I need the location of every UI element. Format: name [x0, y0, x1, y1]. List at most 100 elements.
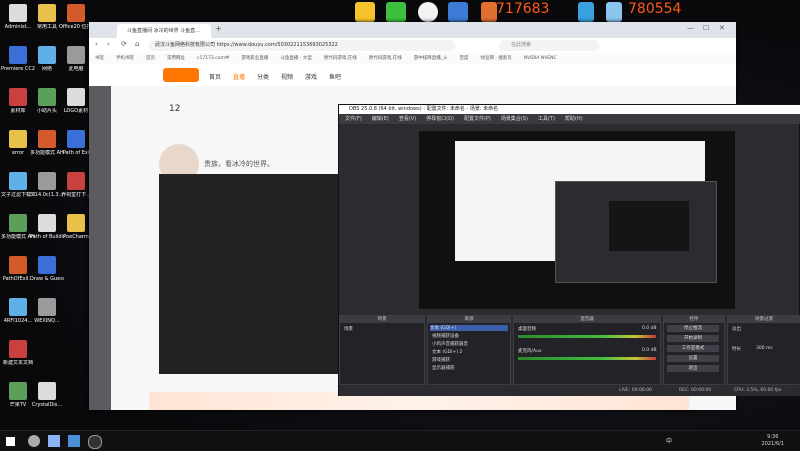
- bookmark-item[interactable]: 游中核降直播_斗: [414, 56, 448, 61]
- task-view-icon[interactable]: [48, 435, 60, 447]
- bookmark-item[interactable]: 书签: [95, 56, 104, 61]
- obs-menu-item[interactable]: 场景集合(S): [501, 116, 528, 122]
- desktop-icon[interactable]: PoeCharm: [59, 214, 93, 240]
- app-icon: [38, 256, 56, 274]
- obs-control-button[interactable]: 停止推流: [667, 325, 719, 332]
- nested-obs-preview: [609, 201, 689, 251]
- obs-taskbar-icon[interactable]: [88, 435, 102, 449]
- home-icon[interactable]: ⌂: [135, 40, 139, 48]
- nav-item[interactable]: 视频: [281, 72, 293, 81]
- app-icon: [9, 256, 27, 274]
- douyu-logo-icon[interactable]: [163, 68, 199, 82]
- browser-tab[interactable]: 斗鱼直播间 冰冷的世界 斗鱼直...: [117, 24, 211, 38]
- desktop-icon-label: 此电脑: [68, 66, 84, 72]
- obs-menu-item[interactable]: 编辑(E): [372, 116, 389, 122]
- nav-item[interactable]: 直播: [233, 72, 245, 81]
- bookmark-item[interactable]: c17173.com中: [197, 56, 229, 61]
- desktop-icon[interactable]: WEXINQ...: [30, 298, 64, 324]
- obs-control-button[interactable]: 工作室模式: [667, 345, 719, 352]
- bookmark-item[interactable]: 百度: [459, 56, 468, 61]
- desktop-icon[interactable]: 养祠堂打下...: [59, 172, 93, 198]
- top-app-icon-2[interactable]: [386, 2, 406, 22]
- live-status: LIVE: 00:00:00: [619, 388, 652, 393]
- follow-count: 12: [169, 104, 181, 114]
- scenes-header: 场景: [340, 316, 424, 323]
- desktop-icon[interactable]: Draw & Guess: [30, 256, 64, 282]
- nav-item[interactable]: 游戏: [305, 72, 317, 81]
- desktop-icon[interactable]: LOGO素材: [59, 88, 93, 114]
- desktop-icon[interactable]: 此电脑: [59, 46, 93, 72]
- bookmark-item[interactable]: 原代码游戏,在线: [324, 56, 357, 61]
- app-icon: [67, 88, 85, 106]
- nav-item[interactable]: 首页: [209, 72, 221, 81]
- url-field[interactable]: 武汉斗鱼网络科技有限公司 https://www.douyu.com/50302…: [149, 40, 455, 51]
- mixer-channel-name: 麦克风/Aux: [518, 349, 542, 354]
- app-icon: [67, 172, 85, 190]
- maximize-icon[interactable]: ☐: [703, 24, 709, 32]
- qq-icon[interactable]: [418, 2, 438, 22]
- duration-value[interactable]: 300 ms: [756, 346, 773, 351]
- source-item[interactable]: 显示器捕获: [432, 365, 455, 371]
- obs-preview[interactable]: [419, 131, 735, 309]
- forward-icon[interactable]: ›: [107, 40, 110, 48]
- top-app-icon-7[interactable]: [606, 2, 622, 22]
- search-input[interactable]: 在此搜索: [499, 40, 599, 51]
- app-icon: [9, 130, 27, 148]
- bookmark-item[interactable]: 斗鱼直播 - 大型: [280, 56, 311, 61]
- source-item[interactable]: 视频捕获设备: [432, 333, 459, 339]
- obs-menu-item[interactable]: 配置文件(P): [464, 116, 491, 122]
- bookmark-item[interactable]: 手机书签: [116, 56, 134, 61]
- source-item[interactable]: 游戏捕获: [432, 357, 450, 363]
- source-item[interactable]: 文本 (GDI+): [430, 325, 508, 331]
- app-icon: [67, 214, 85, 232]
- obs-title: OBS 25.0.8 (64 bit, windows) - 配置文件: 未命名…: [339, 105, 800, 114]
- desktop-icon[interactable]: 新建文本文档: [1, 340, 35, 366]
- desktop-icon[interactable]: CrystalDis...: [30, 382, 64, 408]
- obs-menu-item[interactable]: 文件(F): [345, 116, 362, 122]
- mixer-channel-db: 0.0 dB: [642, 348, 657, 353]
- transition-name[interactable]: 淡出: [732, 326, 741, 332]
- top-app-icon-5[interactable]: [481, 2, 497, 22]
- source-item[interactable]: 文本 (GDI+) 2: [432, 349, 462, 355]
- system-clock[interactable]: 9:36 2021/6/1: [762, 434, 784, 448]
- bookmark-item[interactable]: 常用网址: [167, 56, 185, 61]
- sources-panel: 来源 文本 (GDI+) 视频捕获设备 小鸡声音捕获器音 文本 (GDI+) 2 游戏捕…: [427, 315, 511, 385]
- ime-indicator[interactable]: 中: [666, 436, 672, 445]
- top-app-icon-1[interactable]: [355, 2, 375, 22]
- top-app-icon-6[interactable]: [578, 2, 594, 22]
- back-icon[interactable]: ‹: [95, 40, 98, 48]
- top-app-icon-4[interactable]: [448, 2, 468, 22]
- nav-item[interactable]: 鱼吧: [329, 72, 341, 81]
- minimize-icon[interactable]: —: [687, 24, 694, 32]
- browser-taskbar-icon[interactable]: [68, 435, 80, 447]
- refresh-icon[interactable]: ⟳: [121, 40, 127, 48]
- obs-menu-item[interactable]: 工具(T): [538, 116, 555, 122]
- obs-menu-item[interactable]: 帮助(H): [565, 116, 583, 122]
- obs-menu-item[interactable]: 停靠窗口(D): [426, 116, 454, 122]
- app-icon: [38, 4, 56, 22]
- app-icon: [38, 382, 56, 400]
- cpu-status: CPU: 3.5%, 60.00 fps: [734, 388, 782, 393]
- close-icon[interactable]: ✕: [719, 24, 725, 32]
- obs-control-button[interactable]: 开始录制: [667, 335, 719, 342]
- mixer-header: 混音器: [514, 316, 660, 323]
- app-icon: [9, 340, 27, 358]
- start-icon[interactable]: [6, 437, 15, 446]
- obs-control-button[interactable]: 退出: [667, 365, 719, 372]
- search-icon[interactable]: [28, 435, 40, 447]
- obs-menu-item[interactable]: 查看(V): [399, 116, 416, 122]
- bookmark-item[interactable]: NVIDIA NVENC: [524, 56, 557, 61]
- desktop-icon[interactable]: Path of Exi: [59, 130, 93, 156]
- bookmark-item[interactable]: 绿豆网 · 搜索页: [480, 56, 511, 61]
- new-tab-icon[interactable]: +: [215, 24, 222, 33]
- bookmark-item[interactable]: 游戏影业直播: [241, 56, 268, 61]
- bookmark-item[interactable]: 首页: [146, 56, 155, 61]
- bookmark-item[interactable]: 原代码游戏,在线: [369, 56, 402, 61]
- nav-item[interactable]: 分类: [257, 72, 269, 81]
- obs-control-button[interactable]: 设置: [667, 355, 719, 362]
- desktop-icon[interactable]: Office20 位打印环: [59, 4, 93, 30]
- app-icon: [9, 214, 27, 232]
- scene-item[interactable]: 场景: [344, 326, 353, 332]
- transitions-panel: 控件 停止推流 开始录制 工作室模式 设置 退出: [663, 315, 725, 385]
- source-item[interactable]: 小鸡声音捕获器音: [432, 341, 468, 347]
